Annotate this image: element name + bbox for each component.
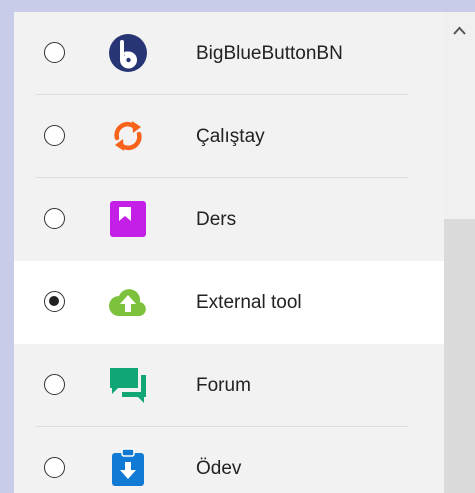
forum-chat-icon [108,365,148,405]
scrollbar-thumb[interactable] [444,219,475,493]
activity-label: Ders [196,209,237,230]
activity-label: Ödev [196,458,242,479]
activity-option-ders[interactable]: Ders [14,178,444,261]
activity-option-bigbluebutton[interactable]: BigBlueButtonBN [14,12,444,95]
lesson-bookmark-icon [108,199,148,239]
activity-label: Forum [196,375,251,396]
scrollbar[interactable] [444,12,475,493]
radio-selected-dot [49,296,59,306]
workshop-arrows-icon [108,116,148,156]
activity-label: Çalıştay [196,126,265,147]
assignment-download-icon [108,448,148,488]
external-tool-upload-icon [108,282,148,322]
activity-option-external-tool[interactable]: External tool [14,261,444,344]
radio-forum[interactable] [44,374,65,395]
activity-label: External tool [196,292,302,313]
bigbluebutton-icon [108,33,148,73]
scroll-up-arrow-icon[interactable] [444,12,475,48]
activity-option-odev[interactable]: Ödev [14,427,444,493]
activity-option-calistay[interactable]: Çalıştay [14,95,444,178]
radio-calistay[interactable] [44,125,65,146]
activity-list: BigBlueButtonBN Çalıştay Ders External t… [14,12,444,493]
activity-chooser-panel: BigBlueButtonBN Çalıştay Ders External t… [14,12,475,493]
radio-bigbluebutton[interactable] [44,42,65,63]
activity-label: BigBlueButtonBN [196,43,343,64]
radio-ders[interactable] [44,208,65,229]
radio-odev[interactable] [44,457,65,478]
radio-external-tool[interactable] [44,291,65,312]
activity-option-forum[interactable]: Forum [14,344,444,427]
